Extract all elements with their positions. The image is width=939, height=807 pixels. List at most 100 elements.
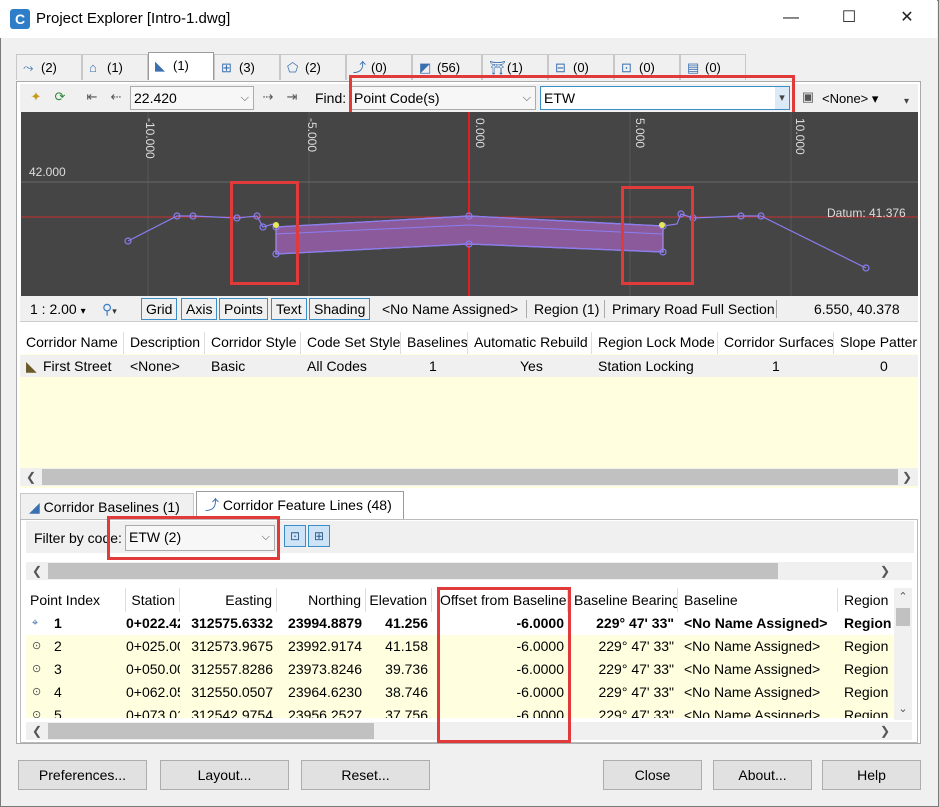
title-bar: C Project Explorer [Intro-1.dwg] — ☐ ✕ — [0, 0, 937, 38]
scroll-left-icon[interactable]: ❮ — [28, 562, 46, 580]
text-toggle[interactable]: Text — [271, 298, 307, 320]
toolbar-overflow-icon[interactable]: ▾ — [904, 96, 909, 107]
column-header[interactable]: Corridor Name — [20, 332, 124, 354]
column-header[interactable]: Region — [838, 588, 894, 612]
table-cell: 39.736 — [385, 661, 428, 677]
column-header[interactable]: Baselines — [401, 332, 468, 354]
corridor-refresh-icon[interactable]: ⟳ — [50, 87, 70, 107]
tab-alignments[interactable]: ⤳ (2) — [16, 54, 82, 80]
current-point-icon: ⌖ — [32, 617, 39, 629]
chevron-down-icon: ▾ — [80, 306, 86, 317]
select-in-drawing-icon[interactable]: ⊡ — [284, 525, 306, 547]
table-cell: 312557.8286 — [191, 661, 273, 677]
alignment-icon: ⤳ — [23, 60, 34, 75]
help-button[interactable]: Help — [822, 760, 921, 790]
column-header[interactable]: Corridor Style — [205, 332, 301, 354]
table-cell: All Codes — [307, 358, 367, 374]
offset-label: 10.000 — [793, 118, 807, 155]
about-button[interactable]: About... — [713, 760, 812, 790]
scroll-right-icon[interactable]: ❯ — [898, 468, 916, 486]
table-cell: 2 — [54, 638, 62, 654]
last-station-icon[interactable]: ⇥ — [282, 87, 302, 107]
grid-toggle[interactable]: Grid — [141, 298, 178, 320]
zoom-to-icon[interactable]: ⊞ — [308, 525, 330, 547]
points-toggle[interactable]: Points — [219, 298, 268, 320]
table-cell: Region — [844, 638, 889, 654]
chevron-down-icon: ▾ — [871, 91, 879, 106]
first-station-icon[interactable]: ⇤ — [82, 87, 102, 107]
table-cell: Yes — [520, 358, 543, 374]
table-row[interactable]: ◣ First Street <None> Basic All Codes 1 … — [20, 355, 918, 377]
table-cell: 38.746 — [385, 684, 428, 700]
corridor-table-scrollbar[interactable]: ❮ ❯ — [20, 468, 918, 486]
corridor-add-icon[interactable]: ✦ — [26, 87, 46, 107]
column-header[interactable]: Slope Pattern — [834, 332, 918, 354]
table-cell: 0+022.42 — [126, 615, 180, 631]
point-icon: ⊙ — [32, 709, 42, 718]
table-cell: 229° 47' 33" — [598, 684, 674, 700]
zoom-icon[interactable]: ⚲▾ — [102, 300, 117, 320]
scroll-left-icon[interactable]: ❮ — [22, 468, 40, 486]
table-cell: 4 — [54, 684, 62, 700]
tab-corridors[interactable]: ◣ (1) — [148, 52, 214, 80]
table-cell: Region — [844, 684, 889, 700]
tab-corridor-feature-lines[interactable]: ⤴ Corridor Feature Lines (48) — [196, 491, 404, 519]
column-header[interactable]: Region Lock Mode — [592, 332, 718, 354]
close-button[interactable]: Close — [603, 760, 702, 790]
column-header[interactable]: Code Set Style — [301, 332, 401, 354]
scale-select[interactable]: 1 : 2.00 ▾ — [30, 300, 86, 320]
highlight-left-etw — [230, 181, 299, 285]
scroll-down-icon[interactable]: ⌄ — [894, 702, 912, 715]
points-table-top-scrollbar[interactable]: ❮ ❯ — [26, 562, 912, 580]
shading-toggle[interactable]: Shading — [309, 298, 371, 320]
next-station-icon[interactable]: ⇢ — [258, 87, 278, 107]
column-header[interactable]: Baseline Bearing — [568, 588, 678, 612]
minimize-icon[interactable]: — — [768, 0, 814, 36]
column-header[interactable]: Point Index — [30, 588, 126, 612]
station-select[interactable]: 22.420 ⌵ — [130, 86, 254, 110]
scrollbar-thumb[interactable] — [48, 723, 374, 739]
window-title: Project Explorer [Intro-1.dwg] — [36, 10, 231, 27]
offset-label: 5.000 — [633, 118, 647, 149]
tab-profiles[interactable]: ⌂ (1) — [82, 54, 148, 80]
previous-station-icon[interactable]: ⇠ — [106, 87, 126, 107]
table-cell: 0+050.00 — [126, 661, 180, 677]
find-label: Find: — [315, 90, 347, 106]
table-cell: 0 — [880, 358, 888, 374]
table-cell: <No Name Assigned> — [684, 615, 828, 631]
section-view-canvas[interactable]: 42.000 Datum: 41.376 -10.000 -5.000 0.00… — [21, 112, 918, 296]
scrollbar-thumb[interactable] — [42, 469, 898, 485]
column-header[interactable]: Automatic Rebuild — [468, 332, 592, 354]
table-cell: 1 — [772, 358, 780, 374]
corridor-icon: ◣ — [26, 358, 37, 374]
column-header[interactable]: Baseline — [678, 588, 838, 612]
scrollbar-thumb[interactable] — [48, 563, 778, 579]
table-cell: Station Locking — [598, 358, 694, 374]
table-cell: 229° 47' 33" — [598, 707, 674, 718]
close-window-icon[interactable]: ✕ — [884, 0, 930, 36]
column-header[interactable]: Northing — [277, 588, 366, 612]
style-select[interactable]: <None> ▾ — [822, 91, 878, 107]
highlight-filter-box — [107, 516, 280, 560]
points-table-vscrollbar[interactable]: ⌃ ⌄ — [894, 588, 912, 720]
tab-surfaces[interactable]: ⬠ (2) — [280, 54, 346, 80]
column-header[interactable]: Elevation — [366, 588, 432, 612]
scroll-right-icon[interactable]: ❯ — [876, 562, 894, 580]
tab-assemblies[interactable]: ⊞ (3) — [214, 54, 280, 80]
maximize-icon[interactable]: ☐ — [826, 0, 872, 36]
column-header[interactable]: Easting — [180, 588, 277, 612]
scrollbar-thumb[interactable] — [896, 608, 910, 626]
column-header[interactable]: Description — [124, 332, 205, 354]
scroll-left-icon[interactable]: ❮ — [28, 722, 46, 740]
chevron-down-icon: ⌵ — [240, 92, 249, 104]
column-header[interactable]: Corridor Surfaces — [718, 332, 834, 354]
layout-button[interactable]: Layout... — [160, 760, 289, 790]
offset-label: -5.000 — [305, 118, 319, 153]
scroll-up-icon[interactable]: ⌃ — [894, 590, 912, 603]
column-header[interactable]: Station — [126, 588, 180, 612]
axis-toggle[interactable]: Axis — [181, 298, 218, 320]
scroll-right-icon[interactable]: ❯ — [876, 722, 894, 740]
preferences-button[interactable]: Preferences... — [18, 760, 147, 790]
cursor-coordinates: 6.550, 40.378 — [814, 301, 900, 317]
reset-button[interactable]: Reset... — [301, 760, 430, 790]
